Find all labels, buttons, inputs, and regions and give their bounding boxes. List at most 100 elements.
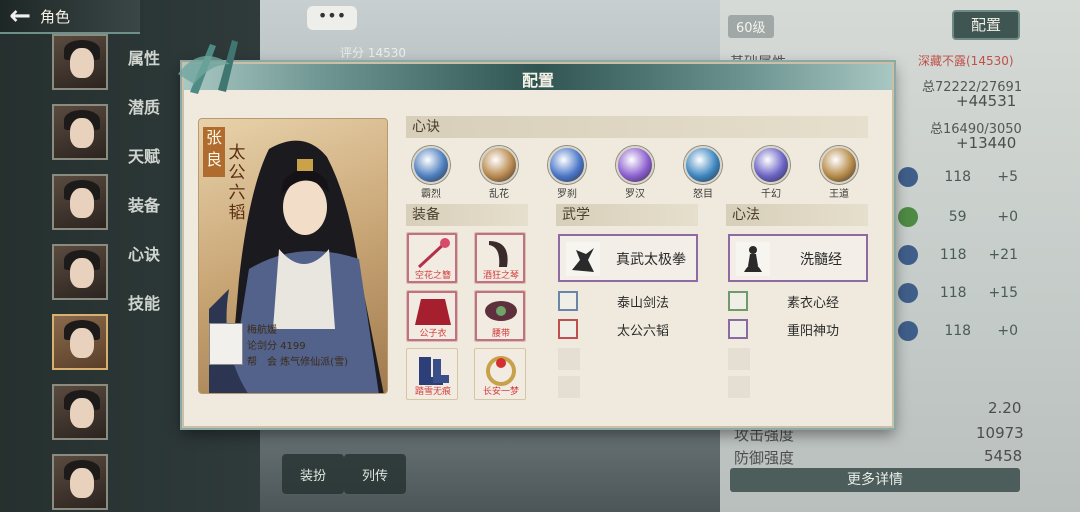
empty-skill-slot[interactable] [728, 348, 750, 370]
back-arrow-icon: ← [9, 1, 31, 31]
xinjue-label: 罗汉 [625, 189, 645, 200]
xinjue-header: 心诀 [406, 116, 868, 138]
xinjue-slot[interactable]: 千幻 [746, 146, 796, 200]
hairpin-icon [417, 238, 450, 269]
hidden-power-label: 深藏不露(14530) [918, 54, 1014, 68]
xinfa-row[interactable]: 素衣心经 [728, 290, 868, 312]
martial-skill-icon [558, 291, 578, 311]
xinjue-orb-icon [684, 146, 722, 184]
player-avatar [209, 323, 243, 365]
defense-value: 5458 [984, 447, 1023, 465]
attack-value: 10973 [976, 424, 1024, 442]
equip-slot-head[interactable]: 空花之簪 [406, 232, 458, 284]
tab-potential[interactable]: 潜质 [128, 93, 172, 142]
robe-icon [415, 299, 451, 325]
xinjue-label: 罗刹 [557, 189, 577, 200]
boots-icon [419, 357, 449, 385]
xinjue-orb-icon [412, 146, 450, 184]
equip-slot-body[interactable]: 公子衣 [406, 290, 458, 342]
inner-art-icon [728, 319, 748, 339]
tab-attributes[interactable]: 属性 [128, 44, 172, 93]
xinjue-slot[interactable]: 王道 [814, 146, 864, 200]
empty-skill-slot[interactable] [728, 376, 750, 398]
character-portrait-selected[interactable] [52, 314, 108, 370]
wuxue-main-label: 真武太极拳 [616, 252, 686, 268]
player-guild: 帮 会 炼气修仙派(雪) [247, 357, 348, 368]
wuxue-row[interactable]: 太公六韬 [558, 318, 698, 340]
attribute-gem-icon [898, 321, 918, 341]
tab-xinjue[interactable]: 心诀 [128, 240, 172, 289]
player-name: 梅航媛 [247, 325, 277, 336]
wuxue-main-slot[interactable]: 真武太极拳 [558, 234, 698, 282]
equip-label: 踏雪无痕 [414, 387, 451, 397]
attribute-plus: +0 [997, 323, 1018, 339]
attribute-plus: +0 [997, 209, 1018, 225]
attribute-row: 118 +0 [898, 318, 1018, 344]
tab-equipment[interactable]: 装备 [128, 191, 172, 240]
xinjue-label: 王道 [829, 189, 849, 200]
page-title: 角色 [40, 7, 71, 26]
attribute-value: 59 [948, 209, 967, 225]
xinjue-orb-icon [820, 146, 858, 184]
character-portrait[interactable] [52, 104, 108, 160]
xinjue-label: 乱花 [489, 189, 509, 200]
character-portrait[interactable] [52, 244, 108, 300]
ring-icon [486, 356, 516, 386]
xinjue-slot[interactable]: 罗刹 [542, 146, 592, 200]
xinfa-main-label: 洗髓经 [800, 252, 842, 268]
empty-skill-slot[interactable] [558, 376, 580, 398]
xinfa-row-label: 重阳神功 [786, 324, 839, 339]
biography-button[interactable]: 列传 [344, 454, 406, 494]
empty-skill-slot[interactable] [558, 348, 580, 370]
attribute-gem-icon [898, 207, 918, 227]
attribute-row: 118 +15 [898, 280, 1018, 306]
attribute-plus: +21 [988, 247, 1018, 263]
xinjue-slot[interactable]: 罗汉 [610, 146, 660, 200]
xinfa-header: 心法 [726, 204, 868, 226]
xinfa-row[interactable]: 重阳神功 [728, 318, 868, 340]
wuxue-row-label: 泰山剑法 [616, 296, 669, 311]
back-button[interactable]: ← 角色 [0, 0, 140, 34]
xinfa-row-label: 素衣心经 [786, 296, 839, 311]
xinjue-label: 千幻 [761, 189, 781, 200]
costume-button[interactable]: 装扮 [282, 454, 344, 494]
attribute-value: 118 [939, 247, 967, 263]
xinjue-orb-icon [616, 146, 654, 184]
character-portrait-list [52, 34, 110, 512]
config-button[interactable]: 配置 [952, 10, 1020, 40]
xinjue-label: 怒目 [693, 189, 713, 200]
attribute-gem-icon [898, 245, 918, 265]
equip-label: 公子衣 [419, 329, 447, 339]
character-portrait[interactable] [52, 384, 108, 440]
xinjue-slot[interactable]: 怒目 [678, 146, 728, 200]
xinjue-slot[interactable]: 乱花 [474, 146, 524, 200]
attribute-gem-icon [898, 283, 918, 303]
defense-label: 防御强度 [734, 449, 795, 467]
character-portrait[interactable] [52, 34, 108, 90]
attribute-row: 118 +21 [898, 242, 1018, 268]
equip-label: 空花之簪 [414, 271, 451, 281]
more-details-button[interactable]: 更多详情 [730, 468, 1020, 492]
xinfa-main-slot[interactable]: 洗髓经 [728, 234, 868, 282]
stat-value: 2.20 [988, 399, 1022, 417]
wuxue-row[interactable]: 泰山剑法 [558, 290, 698, 312]
character-portrait[interactable] [52, 454, 108, 510]
equip-slot-weapon[interactable]: 酒狂之琴 [474, 232, 526, 284]
meditation-pose-icon [736, 242, 770, 276]
martial-skill-icon [558, 319, 578, 339]
modal-title: 配置 [521, 71, 554, 90]
character-portrait[interactable] [52, 174, 108, 230]
config-modal: 配置 张良 太公六韬 梅航媛 论剑分 4199 帮 会 炼气修仙派(雪) 心诀 … [178, 40, 894, 428]
attribute-gem-icon [898, 167, 918, 187]
tab-talent[interactable]: 天赋 [128, 142, 172, 191]
equip-slot-belt[interactable]: 腰带 [474, 290, 526, 342]
character-card: 张良 太公六韬 梅航媛 论剑分 4199 帮 会 炼气修仙派(雪) [198, 118, 388, 394]
tab-skills[interactable]: 技能 [128, 289, 172, 338]
wuxue-row-label: 太公六韬 [616, 324, 669, 339]
xinjue-slot[interactable]: 霸烈 [406, 146, 456, 200]
attribute-row: 118 +5 [898, 164, 1018, 190]
qin-icon [489, 241, 508, 267]
equip-slot-accessory[interactable]: 长安一梦 [474, 348, 526, 400]
equip-slot-boots[interactable]: 踏雪无痕 [406, 348, 458, 400]
chat-bubble-button[interactable]: ••• [307, 6, 357, 30]
